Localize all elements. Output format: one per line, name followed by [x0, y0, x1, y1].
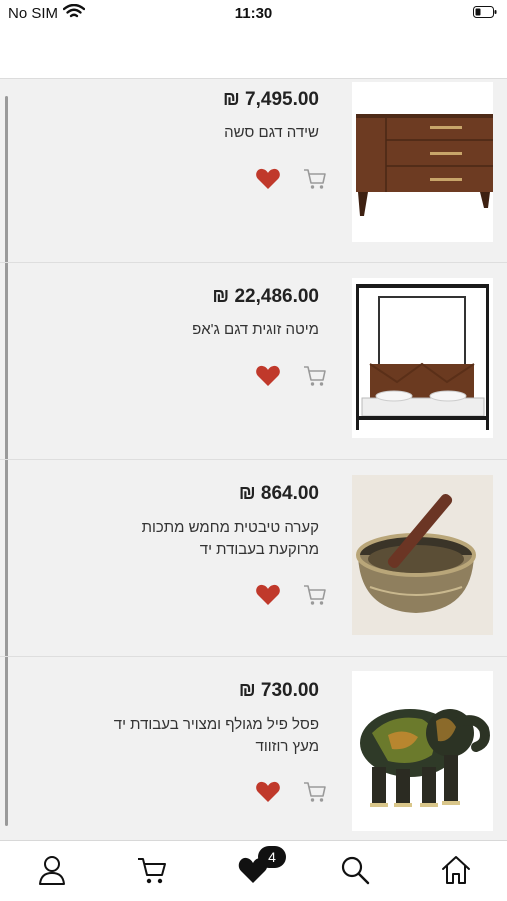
list-item[interactable]: ₪ 7,495.00 שידה דגם סשה — [0, 66, 507, 263]
favorites-count-badge: 4 — [258, 846, 286, 868]
profile-icon[interactable] — [35, 853, 69, 887]
product-price: ₪ 730.00 — [238, 680, 319, 701]
product-price: ₪ 7,495.00 — [222, 89, 319, 110]
list-item[interactable]: ₪ 730.00 פסל פיל מגולף ומצויר בעבודת יד … — [0, 657, 507, 853]
product-title: שידה דגם סשה — [224, 124, 319, 141]
list-item[interactable]: ₪ 22,486.00 מיטה זוגית דגם ג'אפ — [0, 263, 507, 460]
product-title: פסל פיל מגולף ומצויר בעבודת יד מעץ רוזוו… — [113, 716, 319, 755]
bottom-tab-bar — [0, 840, 507, 901]
product-image[interactable] — [352, 671, 493, 831]
favorite-heart-icon[interactable] — [255, 583, 281, 607]
cart-icon[interactable] — [135, 853, 169, 887]
battery-icon — [473, 6, 497, 18]
canopy-bed-image — [352, 278, 493, 438]
favorite-heart-icon[interactable] — [255, 780, 281, 804]
search-icon[interactable] — [338, 853, 372, 887]
add-to-cart-icon[interactable] — [302, 780, 328, 804]
home-icon[interactable] — [439, 853, 473, 887]
list-item[interactable]: ₪ 864.00 קערה טיבטית מחמש מתכות מרוקעת ב… — [0, 460, 507, 657]
elephant-statue-image — [352, 671, 493, 831]
product-title: קערה טיבטית מחמש מתכות מרוקעת בעבודת יד — [141, 519, 319, 558]
status-bar: No SIM 11:30 — [0, 0, 507, 30]
clock: 11:30 — [234, 5, 273, 22]
add-to-cart-icon[interactable] — [302, 583, 328, 607]
product-image[interactable] — [352, 82, 493, 242]
product-title: מיטה זוגית דגם ג'אפ — [192, 321, 319, 338]
singing-bowl-image — [352, 475, 493, 635]
favorite-heart-icon[interactable] — [255, 167, 281, 191]
add-to-cart-icon[interactable] — [302, 167, 328, 191]
favorite-heart-icon[interactable] — [255, 364, 281, 388]
add-to-cart-icon[interactable] — [302, 364, 328, 388]
product-price: ₪ 864.00 — [238, 483, 319, 504]
product-image[interactable] — [352, 278, 493, 438]
product-price: ₪ 22,486.00 — [212, 286, 319, 307]
dresser-image — [352, 82, 493, 242]
product-image[interactable] — [352, 475, 493, 635]
